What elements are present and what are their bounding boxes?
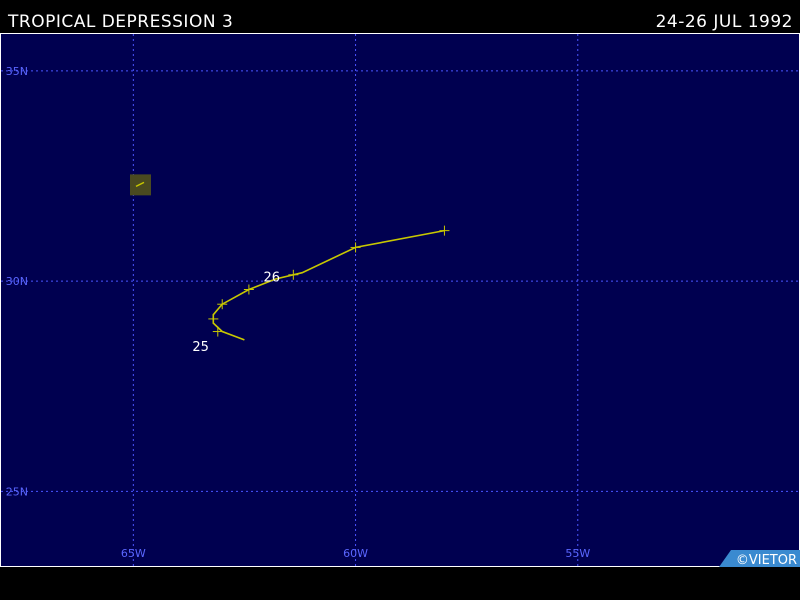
credit-text: ©VIETOR bbox=[736, 553, 797, 567]
map-background bbox=[0, 33, 800, 567]
day-label: 26 bbox=[263, 270, 280, 285]
date-range: 24-26 JUL 1992 bbox=[655, 12, 793, 32]
storm-inset bbox=[130, 174, 151, 196]
longitude-label: 60W bbox=[343, 547, 368, 560]
latitude-label: 30N bbox=[6, 275, 28, 288]
map-panel: 65W 60W 55W 35N 30N 25N 25 26 ©VIETOR bbox=[0, 33, 800, 567]
credit-badge: ©VIETOR bbox=[719, 550, 800, 567]
latitude-label: 35N bbox=[6, 65, 28, 78]
longitude-label: 55W bbox=[565, 547, 590, 560]
day-label: 25 bbox=[192, 340, 209, 355]
track-map: 65W 60W 55W 35N 30N 25N 25 26 ©VIETOR bbox=[0, 33, 800, 567]
latitude-label: 25N bbox=[6, 485, 28, 498]
storm-title: TROPICAL DEPRESSION 3 bbox=[8, 12, 234, 32]
longitude-label: 65W bbox=[121, 547, 146, 560]
